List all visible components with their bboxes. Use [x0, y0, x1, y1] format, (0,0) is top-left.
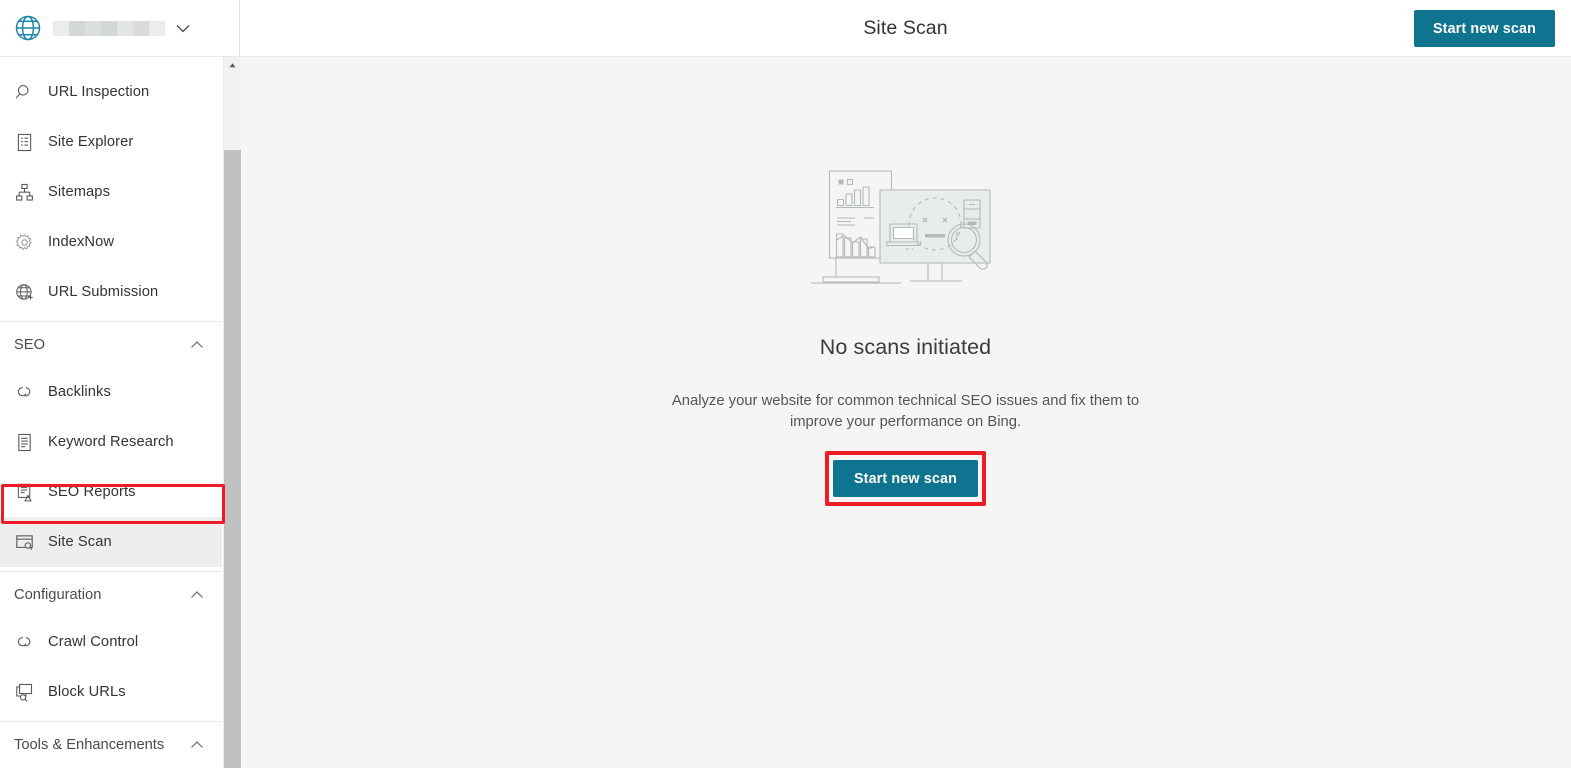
sidebar-section-label: SEO: [14, 337, 188, 353]
sidebar-item-url-submission[interactable]: URL Submission: [0, 267, 222, 317]
sidebar-item-sitemaps[interactable]: Sitemaps: [0, 167, 222, 217]
sidebar-item-block-urls[interactable]: Block URLs: [0, 667, 222, 717]
top-header: Site Scan Start new scan: [240, 0, 1571, 57]
sitemap-tree-icon: [12, 180, 36, 204]
app-root: URL Inspection Site Explorer: [0, 0, 1571, 768]
sidebar-scroll-area: URL Inspection Site Explorer: [0, 57, 240, 768]
sidebar-item-label: Crawl Control: [48, 634, 138, 650]
globe-plus-icon: [12, 280, 36, 304]
chevron-up-icon[interactable]: [188, 336, 206, 354]
sidebar-item-label: Block URLs: [48, 684, 126, 700]
sidebar-item-indexnow[interactable]: IndexNow: [0, 217, 222, 267]
sidebar-item-site-explorer[interactable]: Site Explorer: [0, 117, 222, 167]
sidebar-item-backlinks[interactable]: Backlinks: [0, 367, 222, 417]
list-document-icon: [12, 430, 36, 454]
sidebar-item-label: URL Inspection: [48, 84, 149, 100]
empty-state-title: No scans initiated: [820, 335, 992, 360]
document-list-icon: [12, 130, 36, 154]
chevron-down-icon[interactable]: [173, 18, 193, 38]
chevron-up-icon[interactable]: [188, 736, 206, 754]
chevron-up-icon[interactable]: [188, 586, 206, 604]
globe-icon: [14, 14, 42, 42]
sidebar-item-label: SEO Reports: [48, 484, 136, 500]
sidebar-item-label: Site Explorer: [48, 134, 133, 150]
link-icon: [12, 380, 36, 404]
scroll-up-arrow-icon[interactable]: [224, 57, 241, 74]
sidebar-item-label: Sitemaps: [48, 184, 110, 200]
sidebar-item-site-scan[interactable]: Site Scan: [0, 517, 222, 567]
sidebar-nav-list: URL Inspection Site Explorer: [0, 57, 222, 768]
start-new-scan-button-cta[interactable]: Start new scan: [833, 460, 978, 497]
sidebar-scrollbar-thumb[interactable]: [224, 150, 241, 768]
sidebar-item-label: IndexNow: [48, 234, 114, 250]
sidebar-section-label: Tools & Enhancements: [14, 737, 188, 753]
sidebar-item-label: Site Scan: [48, 534, 112, 550]
sidebar-section-tools-enhancements[interactable]: Tools & Enhancements: [0, 721, 222, 767]
sidebar-item-label: Backlinks: [48, 384, 111, 400]
sidebar-scrollbar[interactable]: [223, 57, 240, 768]
sidebar-section-seo[interactable]: SEO: [0, 321, 222, 367]
sidebar-item-label: URL Submission: [48, 284, 158, 300]
site-name-redacted: [53, 21, 165, 36]
sidebar-item-url-inspection[interactable]: URL Inspection: [0, 67, 222, 117]
report-chart-icon: [12, 480, 36, 504]
sidebar-item-crawl-control[interactable]: Crawl Control: [0, 617, 222, 667]
window-search-icon: [12, 530, 36, 554]
start-new-scan-cta-wrapper: Start new scan: [833, 460, 978, 497]
start-new-scan-button-header[interactable]: Start new scan: [1414, 10, 1555, 47]
site-picker[interactable]: [0, 0, 239, 57]
sidebar-item-keyword-research[interactable]: Keyword Research: [0, 417, 222, 467]
sidebar-item-label: Keyword Research: [48, 434, 174, 450]
page-title: Site Scan: [240, 17, 1571, 40]
link-icon: [12, 630, 36, 654]
gear-icon: [12, 230, 36, 254]
search-icon: [12, 80, 36, 104]
empty-state-panel: No scans initiated Analyze your website …: [240, 57, 1571, 768]
sidebar-section-configuration[interactable]: Configuration: [0, 571, 222, 617]
no-scans-illustration: [806, 162, 1006, 307]
window-block-icon: [12, 680, 36, 704]
sidebar: URL Inspection Site Explorer: [0, 0, 240, 768]
main-area: Site Scan Start new scan: [240, 0, 1571, 768]
sidebar-section-label: Configuration: [14, 587, 188, 603]
empty-state-description: Analyze your website for common technica…: [656, 391, 1156, 433]
sidebar-item-seo-reports[interactable]: SEO Reports: [0, 467, 222, 517]
